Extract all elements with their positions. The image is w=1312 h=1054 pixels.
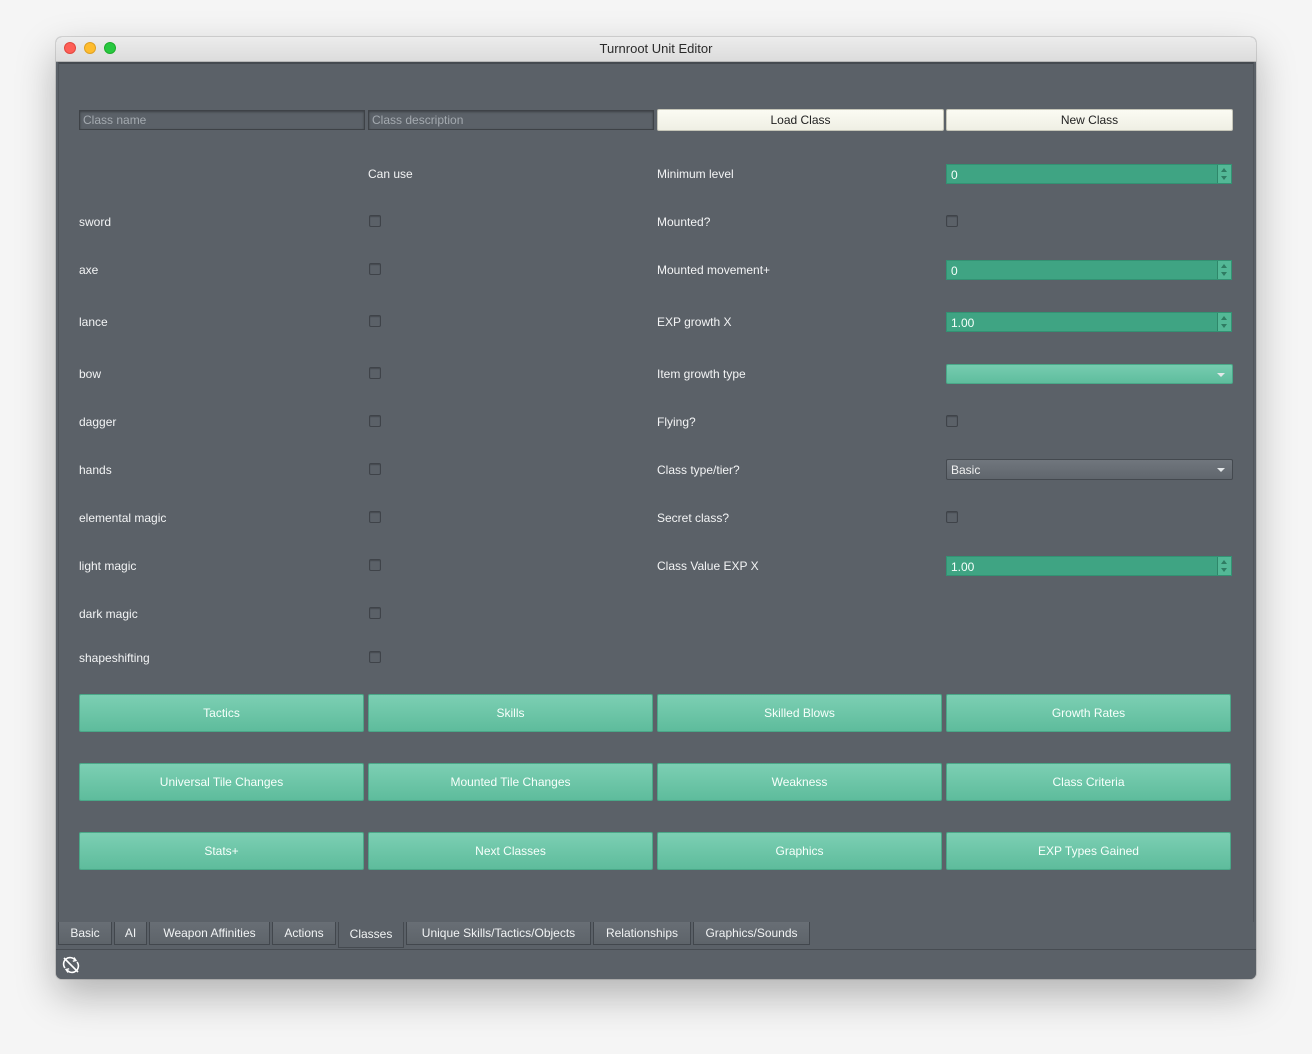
spin-arrows-icon[interactable] [1217,557,1231,575]
new-class-button[interactable]: New Class [946,109,1233,131]
weapon-label-shapeshifting: shapeshifting [79,651,150,665]
weapon-label-sword: sword [79,215,112,229]
secret-class-checkbox[interactable] [946,511,958,523]
weapon-checkbox-dagger[interactable] [369,415,381,427]
exp-growth-spinbox[interactable]: 1.00 [946,312,1232,332]
graphics-button[interactable]: Graphics [657,832,942,870]
tab-relationships[interactable]: Relationships [593,922,691,945]
refresh-crossed-icon[interactable] [62,956,80,974]
minimum-level-spinbox[interactable]: 0 [946,164,1232,184]
status-bar [56,949,1256,979]
weakness-button[interactable]: Weakness [657,763,942,801]
exp-growth-label: EXP growth X [657,315,732,329]
weapon-label-dagger: dagger [79,415,117,429]
chevron-down-icon [1217,468,1225,472]
minimum-level-label: Minimum level [657,167,734,181]
skills-button[interactable]: Skills [368,694,653,732]
weapon-label-bow: bow [79,367,102,381]
tab-classes[interactable]: Classes [338,922,404,948]
tactics-button[interactable]: Tactics [79,694,364,732]
classes-panel: Load Class New Class Can use sword axe l… [56,62,1256,923]
weapon-label-lance: lance [79,315,108,329]
item-growth-type-dropdown[interactable] [946,364,1233,384]
weapon-label-hands: hands [79,463,112,477]
weapon-label-dark-magic: dark magic [79,607,138,621]
spin-arrows-icon[interactable] [1217,165,1231,183]
class-value-exp-label: Class Value EXP X [657,559,759,573]
weapon-checkbox-lance[interactable] [369,315,381,327]
growth-rates-button[interactable]: Growth Rates [946,694,1231,732]
spin-arrows-icon[interactable] [1217,261,1231,279]
weapon-label-light-magic: light magic [79,559,137,573]
can-use-header: Can use [368,167,413,181]
tab-graphics-sounds[interactable]: Graphics/Sounds [693,922,810,945]
mounted-label: Mounted? [657,215,711,229]
secret-class-label: Secret class? [657,511,730,525]
class-value-exp-spinbox[interactable]: 1.00 [946,556,1232,576]
title-bar: Turnroot Unit Editor [56,37,1256,62]
flying-checkbox[interactable] [946,415,958,427]
weapon-label-axe: axe [79,263,99,277]
mounted-movement-label: Mounted movement+ [657,263,771,277]
exp-growth-value: 1.00 [951,316,975,330]
universal-tile-changes-button[interactable]: Universal Tile Changes [79,763,364,801]
chevron-down-icon [1217,373,1225,377]
weapon-checkbox-shapeshifting[interactable] [369,651,381,663]
mounted-checkbox[interactable] [946,215,958,227]
tab-weapon-affinities[interactable]: Weapon Affinities [149,922,270,945]
weapon-checkbox-elemental-magic[interactable] [369,511,381,523]
weapon-checkbox-hands[interactable] [369,463,381,475]
mounted-movement-spinbox[interactable]: 0 [946,260,1232,280]
tab-unique-skills[interactable]: Unique Skills/Tactics/Objects [406,922,591,945]
flying-label: Flying? [657,415,696,429]
app-window: Turnroot Unit Editor Load Class New Clas… [56,37,1256,979]
stats-plus-button[interactable]: Stats+ [79,832,364,870]
exp-types-gained-button[interactable]: EXP Types Gained [946,832,1231,870]
class-name-input[interactable] [79,110,365,130]
class-value-exp-value: 1.00 [951,560,975,574]
mounted-movement-value: 0 [951,264,958,278]
weapon-checkbox-dark-magic[interactable] [369,607,381,619]
class-type-value: Basic [951,463,981,477]
next-classes-button[interactable]: Next Classes [368,832,653,870]
minimum-level-value: 0 [951,168,958,182]
tab-basic[interactable]: Basic [58,922,112,945]
tab-ai[interactable]: AI [114,922,147,945]
spin-arrows-icon[interactable] [1217,313,1231,331]
class-description-input[interactable] [368,110,654,130]
weapon-label-elemental-magic: elemental magic [79,511,167,525]
weapon-checkbox-bow[interactable] [369,367,381,379]
class-type-dropdown[interactable]: Basic [946,459,1233,480]
tab-bar: Basic AI Weapon Affinities Actions Class… [56,922,1256,949]
weapon-checkbox-light-magic[interactable] [369,559,381,571]
window-title: Turnroot Unit Editor [599,41,713,56]
mounted-tile-changes-button[interactable]: Mounted Tile Changes [368,763,653,801]
class-type-label: Class type/tier? [657,463,740,477]
class-criteria-button[interactable]: Class Criteria [946,763,1231,801]
tab-actions[interactable]: Actions [272,922,336,945]
load-class-button[interactable]: Load Class [657,109,944,131]
skilled-blows-button[interactable]: Skilled Blows [657,694,942,732]
item-growth-type-label: Item growth type [657,367,746,381]
weapon-checkbox-axe[interactable] [369,263,381,275]
weapon-checkbox-sword[interactable] [369,215,381,227]
